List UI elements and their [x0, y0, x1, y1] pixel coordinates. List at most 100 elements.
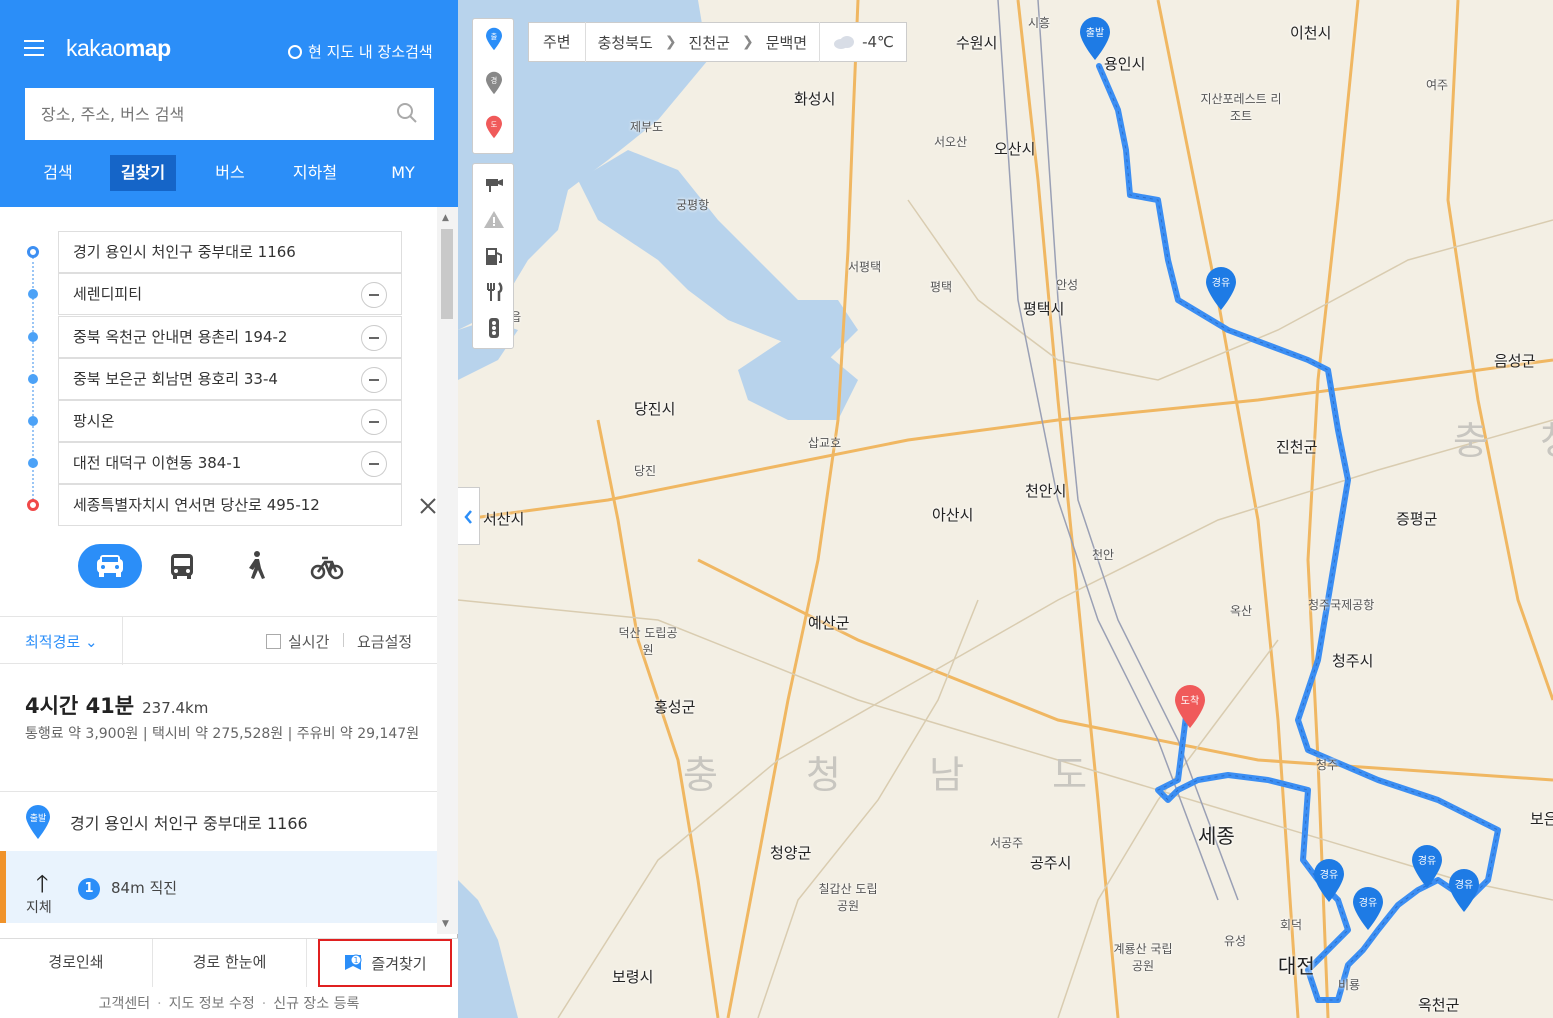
waypoint-input-5[interactable]: 대전 대덕구 이현동 384-1 — [58, 442, 402, 484]
remove-waypoint-button[interactable] — [361, 282, 387, 308]
waypoint-pin-icon[interactable]: 경 — [482, 71, 506, 95]
mode-bus-button[interactable] — [160, 544, 204, 588]
gas-station-icon[interactable] — [482, 244, 506, 268]
remove-waypoint-button[interactable] — [361, 451, 387, 477]
waypoint-dot — [28, 416, 38, 426]
scroll-down-icon[interactable]: ▼ — [442, 919, 449, 929]
search-icon[interactable] — [396, 102, 418, 124]
waypoint-marker-4[interactable]: 경유 — [1353, 887, 1383, 930]
place-label: 청양군 — [770, 844, 812, 862]
tab-my[interactable]: MY — [384, 155, 422, 191]
origin-input[interactable]: 경기 용인시 처인구 중부대로 1166 — [58, 231, 402, 273]
place-label: 보은 — [1530, 810, 1553, 828]
step-start[interactable]: 출발 경기 용인시 처인구 중부대로 1166 — [0, 791, 437, 851]
search-input[interactable] — [25, 88, 434, 140]
waypoint-label: 중북 옥천군 안내면 용촌리 194-2 — [73, 328, 288, 346]
place-label: 시흥 — [1028, 16, 1051, 30]
waypoint-input-1[interactable]: 세렌디피티 — [58, 273, 402, 315]
waypoint-input-2[interactable]: 중북 옥천군 안내면 용촌리 194-2 — [58, 316, 402, 358]
print-route-button[interactable]: 경로인쇄 — [0, 939, 153, 987]
origin-dot — [27, 246, 39, 258]
remove-waypoint-button[interactable] — [361, 325, 387, 351]
map-canvas[interactable]: 출발 경유 경유 경유 경유 경유 도착 충 청 남 도 충 청 수원시 이 — [458, 0, 1553, 1018]
place-label: 음성군 — [1494, 352, 1536, 370]
best-route-label: 최적경로 — [25, 633, 81, 651]
place-label: 보령시 — [612, 968, 654, 986]
kakaomap-logo[interactable]: kakaomap — [66, 35, 171, 62]
waypoint-label: 대전 대덕구 이현동 384-1 — [73, 454, 242, 472]
tab-subway[interactable]: 지하철 — [288, 155, 342, 191]
end-marker[interactable]: 도착 — [1175, 685, 1205, 728]
route-distance: 237.4km — [142, 699, 209, 717]
scroll-thumb[interactable] — [441, 229, 453, 319]
favorite-button[interactable]: 1 즐겨찾기 — [318, 939, 452, 987]
waypoint-input-4[interactable]: 팡시온 — [58, 400, 402, 442]
location-county[interactable]: 진천군 — [677, 32, 742, 53]
waypoint-marker-3[interactable]: 경유 — [1449, 869, 1479, 912]
step-1[interactable]: 🡑 지체 1 84m 직진 — [0, 851, 437, 923]
fare-setting-link[interactable]: 요금설정 — [357, 631, 412, 652]
route-overview-button[interactable]: 경로 한눈에 — [153, 939, 307, 987]
hamburger-menu-icon[interactable] — [24, 40, 44, 56]
divider — [122, 617, 123, 665]
destination-input[interactable]: 세종특별자치시 연서면 당산로 495-12 — [58, 484, 402, 526]
warning-icon[interactable] — [482, 208, 506, 232]
place-label: 평택 — [930, 280, 953, 294]
map-edit-link[interactable]: 지도 정보 수정 — [169, 996, 255, 1012]
location-town[interactable]: 문백면 — [754, 32, 819, 53]
panel-header: kakaomap 현 지도 내 장소검색 검색 길찾기 버스 지하철 MY — [0, 0, 458, 207]
walk-icon — [249, 551, 265, 579]
place-label: 궁평항 — [676, 198, 710, 212]
waypoint-input-3[interactable]: 중북 보은군 회남면 용호리 33-4 — [58, 358, 402, 400]
place-label: 증평군 — [1396, 510, 1438, 528]
region-label: 충 청 — [1453, 419, 1553, 463]
mode-bike-button[interactable] — [305, 544, 349, 588]
around-button[interactable]: 주변 — [529, 22, 586, 62]
tab-search[interactable]: 검색 — [38, 155, 78, 191]
collapse-panel-button[interactable] — [458, 487, 480, 545]
clear-route-icon[interactable] — [418, 496, 438, 516]
scroll-up-icon[interactable]: ▲ — [442, 213, 449, 223]
restaurant-icon[interactable] — [482, 280, 506, 304]
mode-walk-button[interactable] — [234, 544, 278, 588]
waypoint-marker-label: 경유 — [1455, 878, 1473, 891]
favorite-flag-icon: 1 — [345, 954, 362, 970]
cctv-icon[interactable] — [482, 172, 506, 196]
divider — [343, 633, 344, 647]
realtime-checkbox[interactable]: 실시간 — [266, 631, 329, 652]
mode-car-button[interactable] — [78, 544, 142, 588]
realtime-label: 실시간 — [288, 633, 330, 651]
cloud-icon — [834, 36, 855, 49]
origin-pin-icon[interactable]: 출 — [482, 27, 506, 51]
panel-scrollbar[interactable]: ▲ ▼ — [437, 207, 458, 934]
place-label: 오산시 — [994, 140, 1036, 158]
place-label: 평택시 — [1023, 300, 1065, 318]
tab-bus[interactable]: 버스 — [210, 155, 250, 191]
remove-waypoint-button[interactable] — [361, 367, 387, 393]
remove-waypoint-button[interactable] — [361, 409, 387, 435]
route-options-row: 최적경로 ⌄ 실시간 요금설정 — [0, 616, 437, 665]
place-label: 비룡 — [1338, 978, 1361, 992]
place-label: 홍성군 — [654, 698, 696, 716]
new-place-link[interactable]: 신규 장소 등록 — [273, 996, 359, 1012]
place-label: 예산군 — [808, 614, 850, 632]
route-summary: 4시간 41분 237.4km 통행료 약 3,900원 | 택시비 약 275,… — [25, 690, 425, 742]
place-label: 삽교호 — [808, 436, 842, 450]
map-area-search-toggle[interactable]: 현 지도 내 장소검색 — [288, 41, 433, 62]
checkbox-box — [266, 634, 281, 649]
location-province[interactable]: 충청북도 — [586, 32, 665, 53]
place-label: 천안시 — [1025, 482, 1067, 500]
traffic-status: 지체 — [26, 900, 52, 916]
destination-dot — [27, 499, 39, 511]
traffic-light-icon[interactable] — [482, 316, 506, 340]
best-route-dropdown[interactable]: 최적경로 ⌄ — [25, 631, 98, 652]
place-label: 옥천군 — [1418, 996, 1460, 1014]
customer-center-link[interactable]: 고객센터 — [99, 996, 151, 1012]
chevron-left-icon — [464, 510, 472, 524]
destination-pin-icon[interactable]: 도 — [482, 115, 506, 139]
place-label: 제부도 — [630, 120, 664, 134]
waypoint-marker-1[interactable]: 경유 — [1206, 267, 1236, 310]
tab-directions[interactable]: 길찾기 — [110, 155, 176, 191]
waypoint-marker-5[interactable]: 경유 — [1314, 859, 1344, 902]
place-label: 청주 — [1316, 758, 1339, 772]
